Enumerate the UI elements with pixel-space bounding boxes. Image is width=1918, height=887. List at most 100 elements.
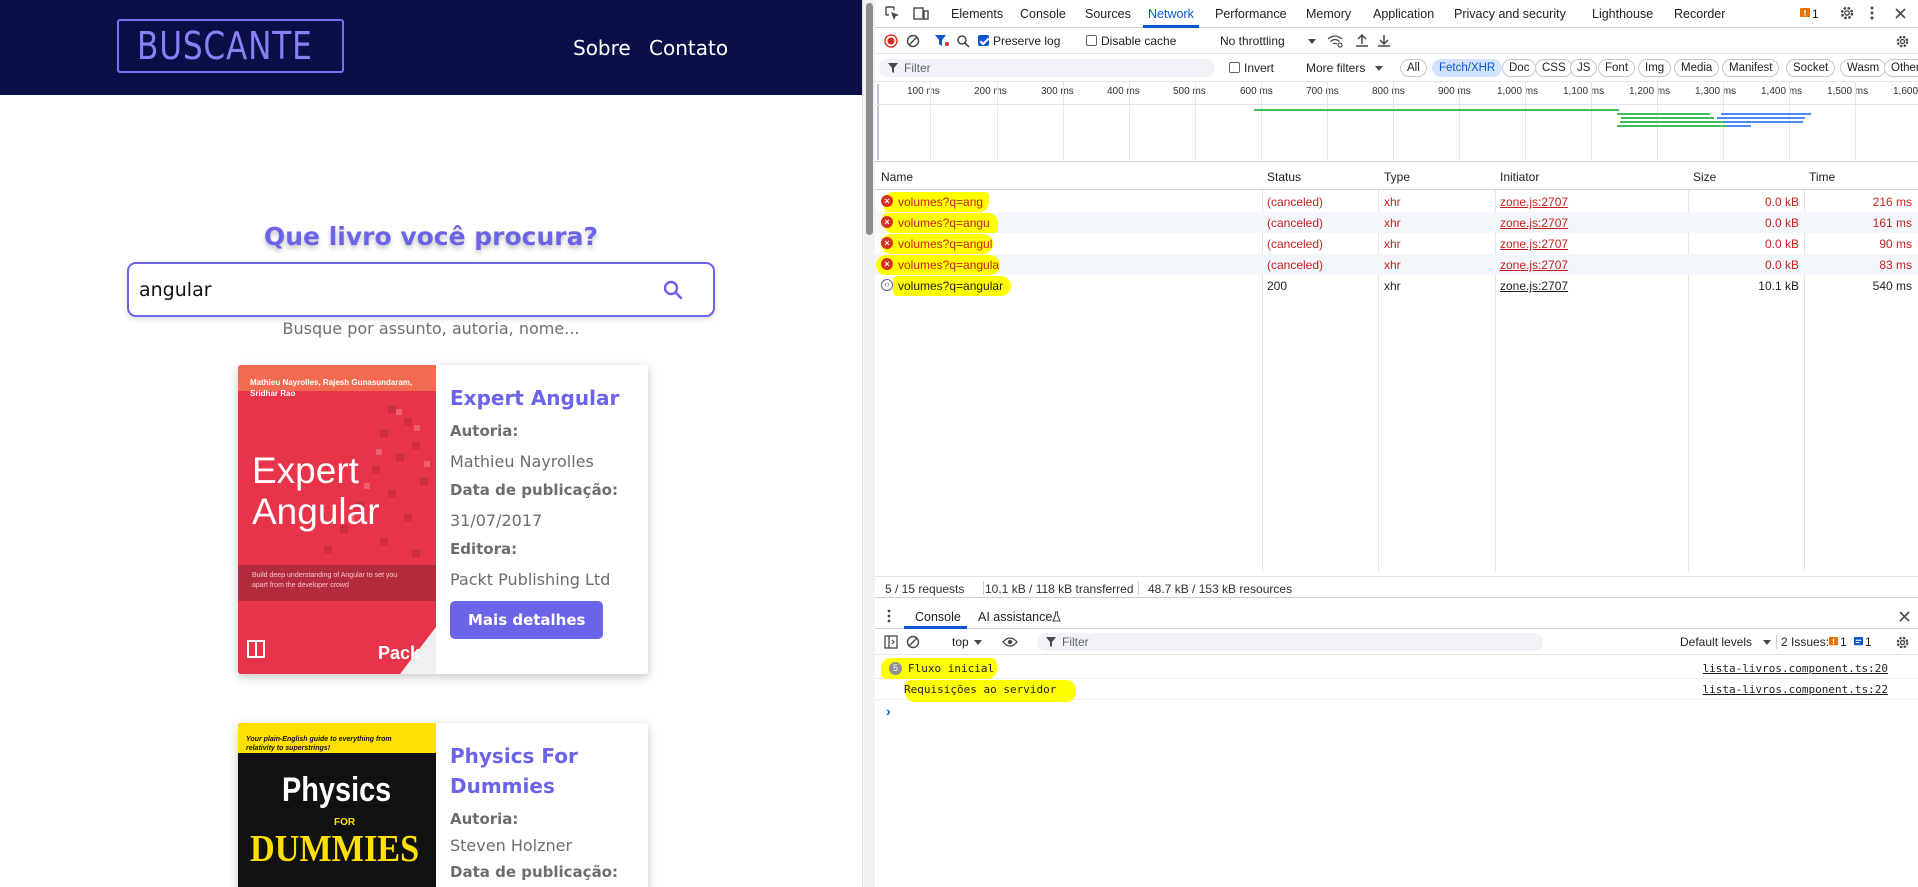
console-issues-info-count[interactable]: 1 [1865,635,1872,649]
network-conditions-icon[interactable] [1327,34,1343,48]
tab-privacy-security[interactable]: Privacy and security [1454,7,1566,21]
nav-contato-link[interactable]: Contato [649,36,728,60]
issues-count[interactable]: 1 [1812,7,1819,21]
column-initiator[interactable]: Initiator [1500,170,1539,184]
request-name[interactable]: volumes?q=angul [898,237,992,251]
export-har-icon[interactable] [1377,33,1391,48]
clear-icon[interactable] [906,34,920,48]
filter-type-js[interactable]: JS [1570,59,1598,77]
context-selector[interactable]: top [952,635,969,649]
table-row[interactable]: × volumes?q=ang (canceled) xhr zone.js:2… [875,191,1918,212]
nav-sobre-link[interactable]: Sobre [573,36,631,60]
disable-cache-checkbox[interactable] [1086,35,1097,46]
throttling-dropdown-icon[interactable] [1308,39,1316,44]
filter-type-img[interactable]: Img [1638,59,1672,77]
filter-type-other[interactable]: Other [1884,59,1918,77]
console-message[interactable]: 5 Fluxo inicial lista-livros.component.t… [875,658,1918,679]
throttling-select[interactable]: No throttling [1220,34,1285,48]
search-input[interactable] [139,274,639,306]
info-message-icon[interactable] [1853,636,1864,648]
issues-flag-icon[interactable] [1799,7,1811,20]
drawer-tab-console[interactable]: Console [915,610,961,624]
console-issues-label[interactable]: 2 Issues: [1781,635,1829,649]
device-toolbar-icon[interactable] [913,6,929,21]
tab-application[interactable]: Application [1373,7,1434,21]
book-cover[interactable]: Mathieu Nayrolles, Rajesh Gunasundaram, … [238,365,436,674]
settings-gear-icon[interactable] [1839,5,1855,21]
tab-console[interactable]: Console [1020,7,1066,21]
logo[interactable]: BUSCANTE [117,19,344,73]
console-filter-input[interactable]: Filter [1037,633,1543,651]
network-overview-timeline[interactable]: 100 ms 200 ms 300 ms 400 ms 500 ms 600 m… [875,82,1918,162]
drawer-tab-ai-assistance[interactable]: AI assistance [978,610,1052,624]
filter-type-doc[interactable]: Doc [1502,59,1537,77]
filter-toggle-icon[interactable] [934,34,950,48]
warning-flag-icon[interactable] [1828,636,1839,648]
console-prompt[interactable]: › [886,703,891,719]
filter-type-all[interactable]: All [1400,59,1427,77]
log-levels-select[interactable]: Default levels [1680,635,1752,649]
import-har-icon[interactable] [1355,33,1369,48]
preserve-log-checkbox[interactable] [978,35,989,46]
search-network-icon[interactable] [956,34,970,48]
table-row[interactable]: × volumes?q=angula (canceled) xhr zone.j… [875,254,1918,275]
console-message-source[interactable]: lista-livros.component.ts:22 [1703,683,1888,696]
tab-memory[interactable]: Memory [1306,7,1351,21]
filter-type-font[interactable]: Font [1598,59,1636,77]
column-type[interactable]: Type [1384,170,1410,184]
drawer-menu-icon[interactable] [887,609,891,623]
console-message-source[interactable]: lista-livros.component.ts:20 [1703,662,1888,675]
search-box[interactable] [127,262,715,317]
inspect-element-icon[interactable] [885,6,900,21]
request-name[interactable]: volumes?q=angu [898,216,990,230]
request-name[interactable]: volumes?q=angula [898,258,999,272]
request-initiator[interactable]: zone.js:2707 [1500,279,1568,293]
book-cover[interactable]: Your plain-English guide to everything f… [238,723,436,887]
page-scrollbar[interactable] [862,0,875,887]
tab-elements[interactable]: Elements [951,7,1003,21]
filter-type-socket[interactable]: Socket [1786,59,1836,77]
preserve-log-label[interactable]: Preserve log [993,34,1060,48]
record-stop-icon[interactable] [884,34,898,48]
column-time[interactable]: Time [1809,170,1835,184]
disable-cache-label[interactable]: Disable cache [1101,34,1176,48]
tab-network[interactable]: Network [1148,7,1194,21]
invert-checkbox[interactable] [1229,62,1240,73]
tab-sources[interactable]: Sources [1085,7,1131,21]
overview-handle-left[interactable] [877,84,879,160]
tab-recorder[interactable]: Recorder [1674,7,1725,21]
more-options-icon[interactable] [1869,6,1875,20]
filter-type-manifest[interactable]: Manifest [1722,59,1780,77]
request-initiator[interactable]: zone.js:2707 [1500,195,1568,209]
filter-type-css[interactable]: CSS [1535,59,1573,77]
column-size[interactable]: Size [1693,170,1716,184]
live-expression-eye-icon[interactable] [1002,636,1018,648]
log-levels-dropdown-icon[interactable] [1763,640,1771,645]
console-settings-icon[interactable] [1895,635,1910,650]
invert-label[interactable]: Invert [1244,61,1274,75]
close-devtools-icon[interactable] [1895,8,1906,19]
more-filters-dropdown-icon[interactable] [1375,66,1383,71]
scrollbar-thumb[interactable] [866,3,873,235]
column-name[interactable]: Name [881,170,913,184]
tab-lighthouse[interactable]: Lighthouse [1592,7,1653,21]
clear-console-icon[interactable] [906,635,920,649]
search-icon[interactable] [663,280,683,300]
request-initiator[interactable]: zone.js:2707 [1500,258,1568,272]
column-status[interactable]: Status [1267,170,1301,184]
table-row[interactable]: × volumes?q=angul (canceled) xhr zone.js… [875,233,1918,254]
table-row[interactable]: ‹› volumes?q=angular 200 xhr zone.js:270… [875,275,1918,296]
network-settings-icon[interactable] [1895,34,1910,49]
details-button[interactable]: Mais detalhes [450,601,604,639]
console-message[interactable]: Requisições ao servidor lista-livros.com… [875,679,1918,702]
filter-type-media[interactable]: Media [1674,59,1720,77]
request-name[interactable]: volumes?q=angular [898,279,1003,293]
close-drawer-icon[interactable] [1899,611,1910,622]
console-issues-warn-count[interactable]: 1 [1840,635,1847,649]
table-row[interactable]: × volumes?q=angu (canceled) xhr zone.js:… [875,212,1918,233]
tab-performance[interactable]: Performance [1215,7,1287,21]
more-filters-button[interactable]: More filters [1306,61,1365,75]
request-initiator[interactable]: zone.js:2707 [1500,237,1568,251]
filter-type-wasm[interactable]: Wasm [1840,59,1887,77]
filter-type-fetch-xhr[interactable]: Fetch/XHR [1432,59,1503,77]
